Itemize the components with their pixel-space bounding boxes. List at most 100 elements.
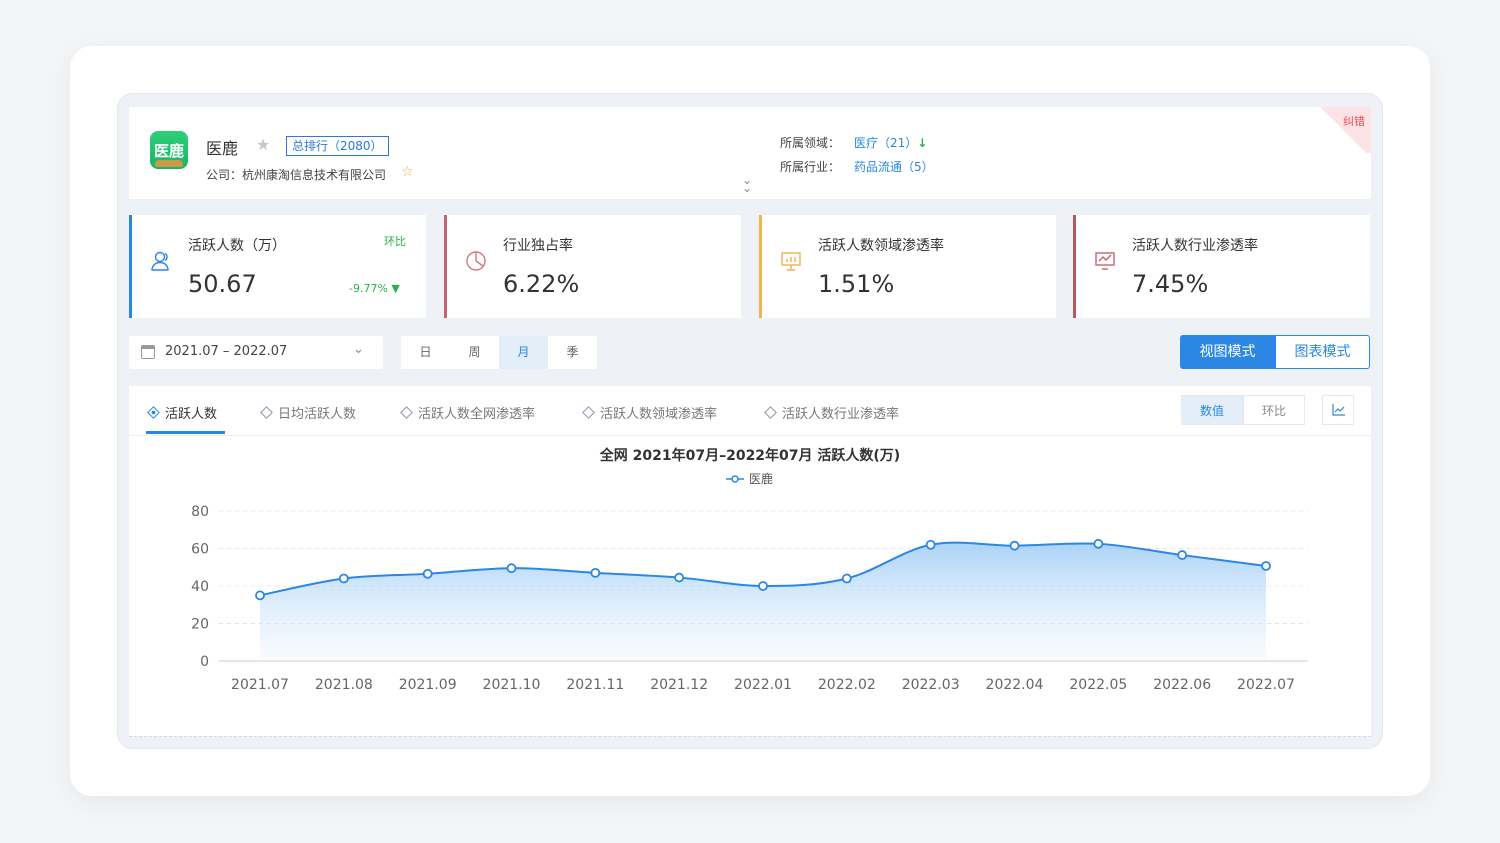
metric-value: 7.45% xyxy=(1132,270,1209,298)
data-point xyxy=(925,539,936,550)
data-point xyxy=(841,573,852,584)
ratio-value-text: -9.77% xyxy=(349,282,388,295)
value-toggle: 数值 环比 xyxy=(1181,395,1305,425)
metric-tabs: 活跃人数 日均活跃人数 活跃人数全网渗透率 活跃人数领域渗透率 活跃人数行业渗透… xyxy=(129,386,1371,436)
company-label: 公司： xyxy=(206,168,243,182)
diamond-icon xyxy=(147,406,160,419)
tab-domain-penetration[interactable]: 活跃人数领域渗透率 xyxy=(582,403,717,422)
x-tick-label: 2021.10 xyxy=(483,677,541,693)
tab-active-users[interactable]: 活跃人数 xyxy=(147,403,217,422)
x-tick-label: 2022.07 xyxy=(1237,677,1295,693)
bottom-divider xyxy=(129,736,1371,737)
app-name: 医鹿 xyxy=(206,139,239,158)
x-tick-label: 2021.09 xyxy=(399,677,457,693)
data-point xyxy=(506,563,517,574)
series-area xyxy=(260,542,1266,661)
metric-accent-bar xyxy=(444,215,447,318)
period-quarter[interactable]: 季 xyxy=(548,336,597,369)
app-header: 医鹿 医鹿 ★ 总排行（2080） 公司：杭州康淘信息技术有限公司 ☆ 所属领域… xyxy=(129,107,1371,199)
x-tick-label: 2022.01 xyxy=(734,677,792,693)
x-tick-label: 2021.11 xyxy=(566,677,624,693)
metric-card-active-users: 活跃人数（万） 50.67 环比 -9.77% ▼ xyxy=(129,215,426,318)
data-point xyxy=(255,590,265,601)
correction-tag[interactable]: 纠错 xyxy=(1311,107,1371,153)
domain-value-link[interactable]: 医疗（21）↓ xyxy=(854,134,927,151)
metric-label: 行业独占率 xyxy=(503,238,573,254)
diamond-icon xyxy=(764,406,777,419)
data-point xyxy=(1093,538,1104,549)
line-chart-toggle-icon[interactable] xyxy=(1322,395,1354,425)
y-tick-label: 0 xyxy=(200,654,209,670)
presentation-board-icon xyxy=(781,252,801,271)
app-logo-text: 医鹿 xyxy=(153,141,184,160)
users-icon xyxy=(151,251,169,271)
date-range-picker[interactable]: 2021.07 – 2022.07 ⌄ xyxy=(129,336,383,369)
x-tick-label: 2021.08 xyxy=(315,677,373,693)
data-point xyxy=(590,567,601,578)
toggle-ratio[interactable]: 环比 xyxy=(1243,395,1305,425)
tab-label: 活跃人数行业渗透率 xyxy=(782,407,900,422)
tab-label: 日均活跃人数 xyxy=(278,407,357,422)
view-mode-button[interactable]: 视图模式 xyxy=(1180,335,1275,369)
metric-card-industry-penetration: 活跃人数行业渗透率 7.45% xyxy=(1073,215,1370,318)
monitor-chart-icon xyxy=(1095,252,1115,270)
data-point xyxy=(1261,561,1271,571)
x-tick-label: 2021.07 xyxy=(231,677,289,693)
industry-label: 所属行业： xyxy=(780,160,841,174)
rank-badge[interactable]: 总排行（2080） xyxy=(286,136,389,156)
pie-chart-icon xyxy=(466,251,486,271)
active-users-chart: 全网 2021年07月–2022年07月 活跃人数(万) 医鹿 0 20 40 60 80 2… xyxy=(191,447,1308,693)
data-point xyxy=(1009,540,1020,551)
metric-ratio-value: -9.77% ▼ xyxy=(349,282,400,295)
date-range-text: 2021.07 – 2022.07 xyxy=(165,344,288,359)
y-tick-label: 60 xyxy=(191,542,209,558)
x-tick-label: 2022.05 xyxy=(1069,677,1127,693)
metric-value: 1.51% xyxy=(818,270,895,298)
period-month[interactable]: 月 xyxy=(499,336,548,369)
metric-value: 50.67 xyxy=(188,270,257,298)
data-point xyxy=(1177,550,1188,560)
chart-title: 全网 2021年07月–2022年07月 活跃人数(万) xyxy=(599,447,900,464)
data-point xyxy=(674,572,685,583)
tab-daily-active-users[interactable]: 日均活跃人数 xyxy=(260,403,357,422)
diamond-icon xyxy=(260,406,273,419)
data-point xyxy=(338,573,349,584)
legend-marker xyxy=(731,475,739,483)
chevron-down-icon: ⌄ xyxy=(353,342,364,357)
favorite-star-icon[interactable]: ★ xyxy=(256,135,270,154)
period-selector: 日 周 月 季 xyxy=(401,336,597,369)
metric-card-domain-penetration: 活跃人数领域渗透率 1.51% xyxy=(759,215,1056,318)
chart-panel: 活跃人数 日均活跃人数 活跃人数全网渗透率 活跃人数领域渗透率 活跃人数行业渗透… xyxy=(129,386,1371,736)
metric-label: 活跃人数行业渗透率 xyxy=(1132,238,1258,254)
y-tick-label: 40 xyxy=(191,579,209,595)
diamond-icon xyxy=(400,406,413,419)
metric-accent-bar xyxy=(129,215,132,318)
calendar-icon xyxy=(141,345,155,359)
metric-accent-bar xyxy=(1073,215,1076,318)
legend-label: 医鹿 xyxy=(749,471,773,486)
metric-ratio-label: 环比 xyxy=(384,235,406,248)
app-logo: 医鹿 xyxy=(150,131,188,169)
company-name: 杭州康淘信息技术有限公司 xyxy=(242,168,387,182)
x-tick-label: 2022.06 xyxy=(1153,677,1211,693)
period-week[interactable]: 周 xyxy=(450,336,499,369)
tab-industry-penetration[interactable]: 活跃人数行业渗透率 xyxy=(764,403,900,422)
domain-value: 医疗（21） xyxy=(854,136,918,150)
data-point xyxy=(758,581,768,591)
period-day[interactable]: 日 xyxy=(401,336,450,369)
industry-value-link[interactable]: 药品流通（5） xyxy=(854,158,934,175)
tab-network-penetration[interactable]: 活跃人数全网渗透率 xyxy=(400,403,535,422)
data-point xyxy=(422,568,433,579)
metric-accent-bar xyxy=(759,215,762,318)
toggle-value[interactable]: 数值 xyxy=(1181,395,1243,425)
metric-value: 6.22% xyxy=(503,270,580,298)
company-info: 公司：杭州康淘信息技术有限公司 xyxy=(206,166,386,183)
chart-mode-button[interactable]: 图表模式 xyxy=(1275,335,1370,369)
diamond-icon xyxy=(582,406,595,419)
trend-down-triangle-icon: ▼ xyxy=(391,282,400,295)
y-tick-label: 20 xyxy=(191,617,209,633)
mode-switch: 视图模式 图表模式 xyxy=(1180,335,1370,369)
domain-label: 所属领域： xyxy=(780,136,841,150)
expand-chevron-icon[interactable]: ⌄ ⌄ xyxy=(742,174,752,194)
company-follow-star-icon[interactable]: ☆ xyxy=(401,164,414,180)
